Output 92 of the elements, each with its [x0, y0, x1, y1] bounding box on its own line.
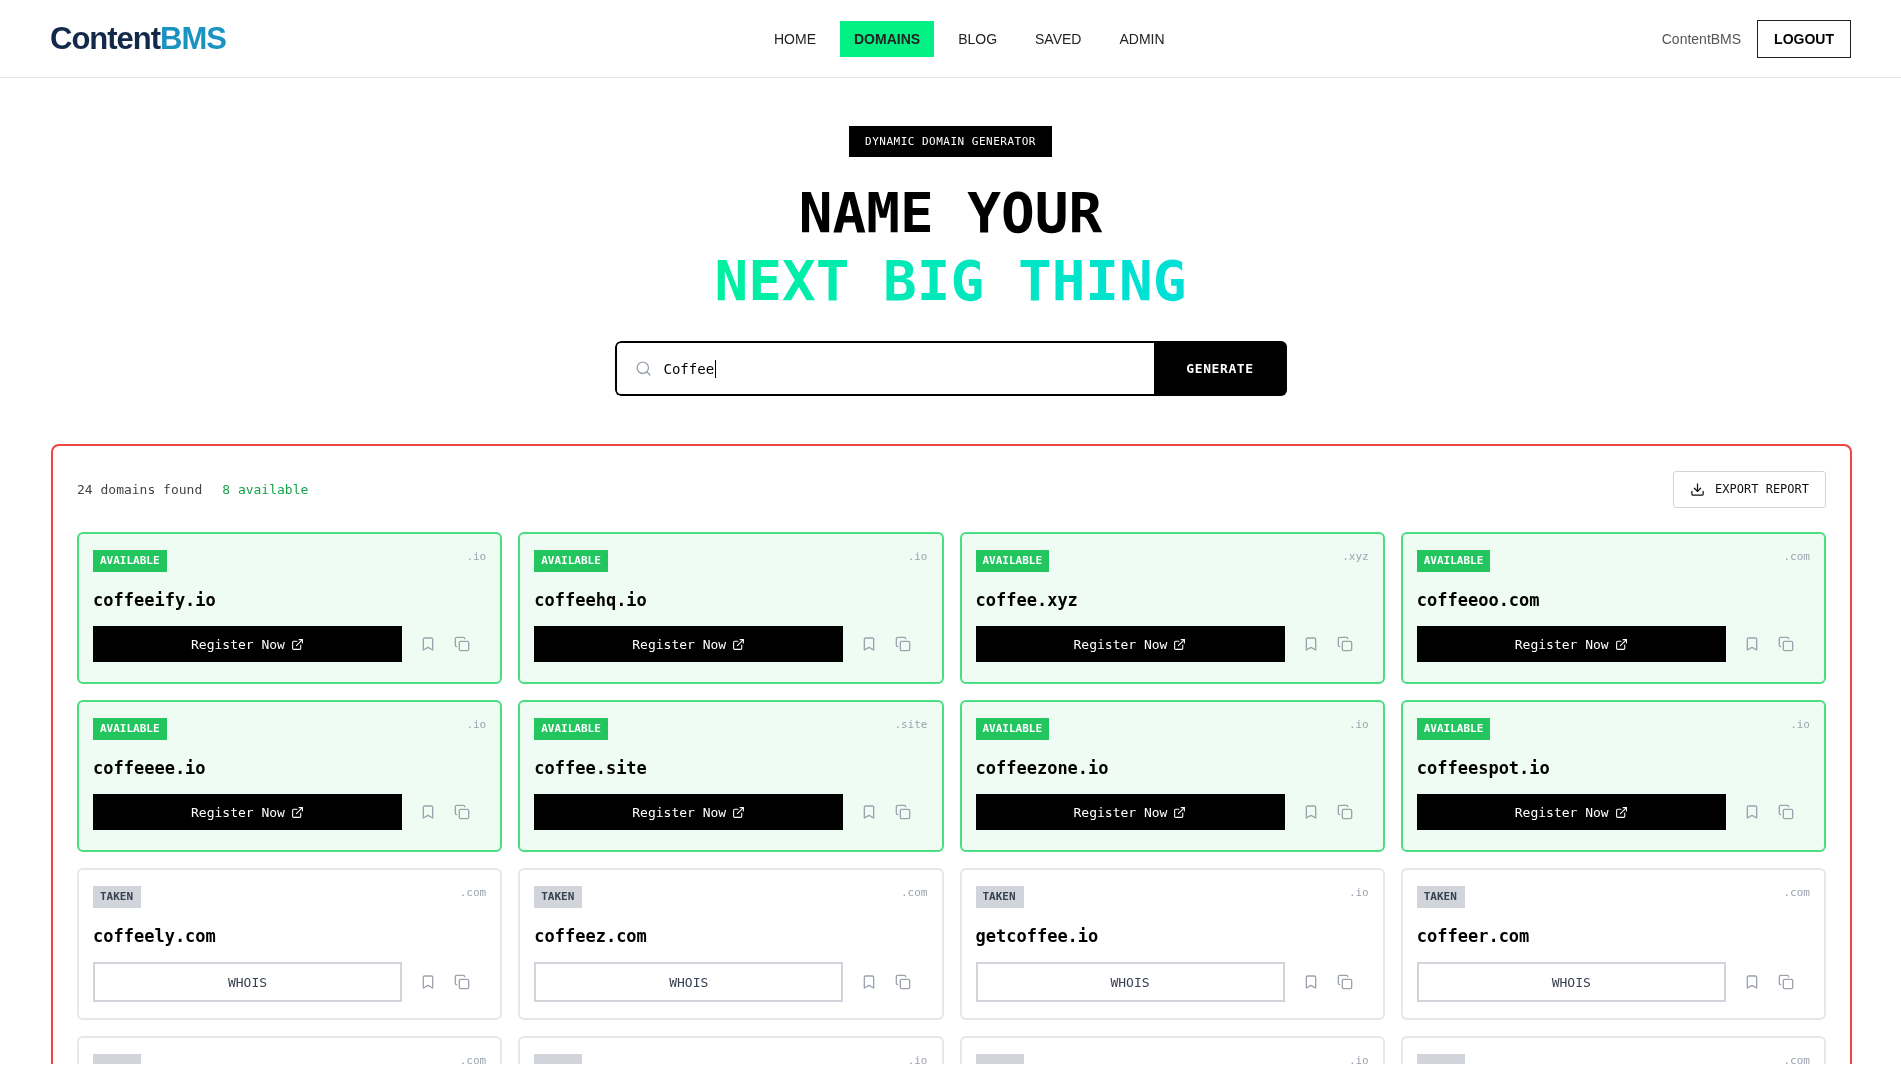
domains-count: 24 domains found [77, 481, 203, 497]
copy-icon[interactable] [1777, 804, 1794, 820]
nav-link[interactable]: BLOG [944, 20, 1012, 57]
tld-label: .com [459, 1054, 487, 1064]
export-button[interactable]: EXPORT REPORT [1673, 470, 1826, 508]
copy-icon[interactable] [1336, 804, 1353, 820]
tld-label: .io [907, 550, 928, 563]
external-link-icon [1614, 637, 1628, 651]
search-field[interactable]: Coffee [614, 341, 1154, 396]
register-button[interactable]: Register Now [93, 794, 402, 830]
register-button[interactable]: Register Now [534, 626, 844, 662]
domain-name: coffee.site [534, 758, 648, 778]
download-icon [1690, 481, 1706, 497]
copy-icon[interactable] [895, 974, 912, 990]
domain-name: coffeespot.io [1416, 758, 1551, 778]
domain-name: coffeeee.io [93, 758, 207, 778]
status-badge: AVAILABLE [1416, 550, 1491, 572]
external-link-icon [290, 637, 304, 651]
register-button[interactable]: Register Now [534, 794, 844, 830]
register-button[interactable]: Register Now [975, 626, 1285, 662]
register-button[interactable]: Register Now [93, 626, 402, 662]
logo[interactable]: ContentBMS [50, 20, 226, 57]
tld-label: .io [1790, 718, 1810, 731]
domain-name: coffeer.com [1416, 926, 1531, 946]
nav-link[interactable]: DOMAINS [840, 20, 935, 57]
bookmark-icon[interactable] [420, 974, 436, 990]
whois-button[interactable]: WHOIS [93, 962, 402, 1002]
external-link-icon [1173, 805, 1187, 819]
tld-label: .com [1783, 1054, 1810, 1064]
register-button[interactable]: Register Now [1416, 626, 1726, 662]
nav-link[interactable]: ADMIN [1105, 20, 1179, 57]
whois-button[interactable]: WHOIS [975, 962, 1285, 1002]
tld-label: .io [466, 718, 487, 731]
external-link-icon [290, 805, 304, 819]
domain-name: coffeezone.io [975, 758, 1110, 778]
domain-name: coffeehq.io [534, 590, 648, 610]
whois-button[interactable]: WHOIS [534, 962, 844, 1002]
tld-label: .com [459, 886, 487, 899]
search-icon [634, 360, 652, 377]
status-badge: AVAILABLE [93, 718, 167, 740]
hero-title: NAME YOUR [797, 179, 1104, 247]
whois-button[interactable]: WHOIS [1416, 962, 1726, 1002]
external-link-icon [732, 805, 746, 819]
nav-link[interactable]: HOME [760, 20, 830, 57]
status-badge: AVAILABLE [975, 550, 1050, 572]
user-name: ContentBMS [1661, 30, 1742, 47]
tld-label: .io [466, 550, 487, 563]
status-badge: AVAILABLE [1416, 718, 1491, 740]
external-link-icon [1614, 805, 1628, 819]
copy-icon[interactable] [1336, 974, 1353, 990]
copy-icon[interactable] [454, 974, 470, 990]
tld-label: .io [1348, 718, 1369, 731]
register-button[interactable]: Register Now [975, 794, 1285, 830]
tld-label: .site [894, 718, 928, 731]
status-badge: AVAILABLE [975, 718, 1050, 740]
tld-label: .com [901, 886, 928, 899]
domain-name: coffee.xyz [975, 590, 1079, 610]
domain-name: getcoffee.io [975, 926, 1100, 946]
tld-label: .io [907, 1054, 928, 1064]
tld-label: .io [1348, 1054, 1369, 1064]
logout-button[interactable]: LOGOUT [1757, 19, 1851, 58]
status-badge: TAKEN [534, 886, 583, 908]
copy-icon[interactable] [895, 636, 912, 652]
bookmark-icon[interactable] [420, 804, 436, 820]
external-link-icon [1173, 637, 1187, 651]
nav-link[interactable]: SAVED [1021, 20, 1096, 57]
status-badge: AVAILABLE [534, 718, 608, 740]
copy-icon[interactable] [895, 804, 912, 820]
bookmark-icon[interactable] [420, 636, 436, 652]
domain-name: coffeely.com [93, 926, 217, 946]
copy-icon[interactable] [1336, 636, 1353, 652]
status-badge: TAKEN [1416, 886, 1465, 908]
copy-icon[interactable] [454, 804, 470, 820]
domain-name: coffeeify.io [93, 590, 217, 610]
domain-name: coffeeoo.com [1416, 590, 1541, 610]
external-link-icon [732, 637, 746, 651]
copy-icon[interactable] [1777, 974, 1794, 990]
tld-label: .com [1783, 550, 1810, 563]
register-button[interactable]: Register Now [1416, 794, 1726, 830]
tld-label: .io [1348, 886, 1369, 899]
tld-label: .com [1783, 886, 1810, 899]
status-badge: TAKEN [975, 886, 1024, 908]
copy-icon[interactable] [454, 636, 470, 652]
status-badge: AVAILABLE [93, 550, 167, 572]
available-count: 8 available [222, 481, 309, 497]
domain-name: coffeez.com [534, 926, 648, 946]
generate-button[interactable]: GENERATE [1153, 341, 1287, 396]
copy-icon[interactable] [1777, 636, 1794, 652]
tld-label: .xyz [1342, 550, 1369, 563]
status-badge: AVAILABLE [534, 550, 608, 572]
hero-badge: DYNAMIC DOMAIN GENERATOR [849, 126, 1052, 157]
status-badge: TAKEN [93, 886, 141, 908]
